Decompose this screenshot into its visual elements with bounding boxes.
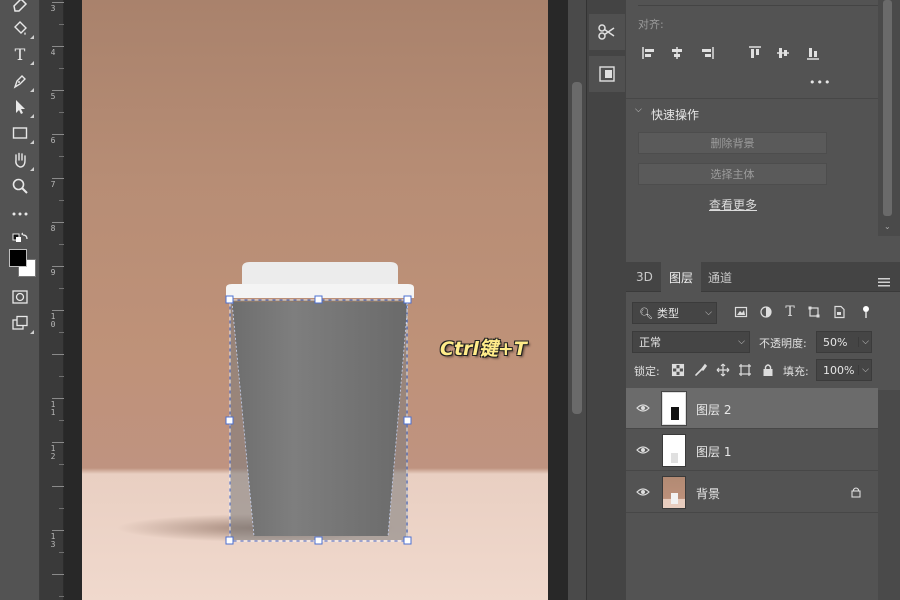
layer-name: 背景 — [696, 487, 721, 501]
more-icon[interactable] — [8, 203, 32, 225]
lock-artboard-icon[interactable] — [737, 362, 753, 378]
vertical-ruler: 3 4 5 6 7 8 9 1 0 1 1 1 2 1 3 — [40, 0, 64, 600]
blend-mode-value: 正常 — [639, 336, 661, 349]
visibility-eye-icon[interactable] — [636, 443, 650, 457]
tools-panel: T — [0, 0, 40, 600]
chevron-down-icon: ⌵ — [738, 337, 745, 347]
document-canvas[interactable] — [82, 0, 548, 600]
panel-menu-icon[interactable] — [878, 272, 890, 287]
eraser-icon[interactable] — [8, 0, 32, 16]
filter-adjustment-icon[interactable] — [758, 304, 774, 320]
properties-panel: 对齐: ••• ⌵ 快速操作 删除背景 选择主体 查看更多 — [626, 0, 878, 260]
filter-kind-label: 类型 — [656, 307, 679, 320]
chevron-down-icon[interactable]: ⌵ — [858, 365, 869, 375]
foreground-color-swatch[interactable] — [9, 249, 27, 267]
quick-mask-icon[interactable] — [8, 286, 32, 308]
swap-colors-icon[interactable] — [8, 229, 32, 251]
tab-3d[interactable]: 3D — [628, 262, 661, 292]
lock-label: 锁定: — [634, 365, 660, 378]
lock-position-icon[interactable] — [715, 362, 731, 378]
pen-icon[interactable] — [8, 70, 34, 92]
filter-shape-icon[interactable] — [806, 304, 822, 320]
lock-image-pixels-icon[interactable] — [693, 362, 709, 378]
ruler-label: 4 — [50, 48, 56, 57]
filter-toggle-icon[interactable] — [858, 304, 874, 320]
align-horizontal-center-icon[interactable] — [668, 44, 686, 62]
ruler-label: 1 3 — [50, 532, 56, 549]
collapse-chevron-icon[interactable]: ⌵ — [635, 105, 642, 115]
fill-label: 填充: — [783, 365, 809, 378]
ruler-label: 6 — [50, 136, 56, 145]
select-subject-button[interactable]: 选择主体 — [638, 163, 827, 185]
blend-mode-select[interactable]: 正常 ⌵ — [632, 331, 750, 353]
lock-transparent-pixels-icon[interactable] — [670, 362, 686, 378]
quick-actions-title: 快速操作 — [651, 108, 700, 122]
canvas-scrollbar[interactable] — [568, 0, 586, 600]
visibility-eye-icon[interactable] — [636, 401, 650, 415]
filter-smart-object-icon[interactable] — [831, 304, 847, 320]
ruler-label: 3 — [50, 4, 56, 13]
properties-scrollbar-thumb[interactable] — [883, 0, 892, 216]
fill-value: 100% — [823, 363, 855, 377]
layer-thumbnail — [662, 434, 686, 467]
opacity-value: 50% — [823, 335, 848, 349]
tab-layers[interactable]: 图层 — [661, 262, 702, 292]
photoshop-window: T 3 4 5 6 7 8 9 1 0 1 1 1 2 1 3 Ctrl键+T … — [0, 0, 900, 600]
layer-thumbnail — [662, 476, 686, 509]
panel-icon-strip — [586, 0, 626, 600]
visibility-eye-icon[interactable] — [636, 485, 650, 499]
fill-input[interactable]: 100% ⌵ — [816, 359, 872, 381]
paint-bucket-icon[interactable] — [8, 17, 34, 39]
layers-panel: 3D 图层 通道 🔍︎ 类型 ⌵ T 正常 ⌵ 不透明度: 50% ⌵ 锁定: … — [626, 262, 900, 600]
hand-icon[interactable] — [8, 149, 34, 171]
layers-tabs: 3D 图层 通道 — [626, 262, 900, 292]
properties-scrollbar[interactable]: ⌄ — [878, 0, 900, 236]
tools-scissors-icon[interactable] — [589, 14, 625, 50]
align-top-icon[interactable] — [746, 44, 764, 62]
layer-row-layer-1[interactable]: 图层 1 — [626, 430, 878, 471]
lock-all-icon[interactable] — [760, 362, 776, 378]
align-vertical-center-icon[interactable] — [774, 44, 792, 62]
chevron-down-icon[interactable]: ⌵ — [858, 337, 869, 347]
layer-row-background[interactable]: 背景 — [626, 472, 878, 513]
ruler-label: 1 0 — [50, 312, 56, 329]
search-icon: 🔍︎ — [639, 306, 653, 320]
rectangle-icon[interactable] — [8, 122, 34, 144]
ruler-label: 7 — [50, 180, 56, 189]
opacity-input[interactable]: 50% ⌵ — [816, 331, 872, 353]
layer-row-layer-2[interactable]: 图层 2 — [626, 388, 878, 429]
shortcut-annotation: Ctrl键+T — [440, 338, 527, 360]
remove-background-button[interactable]: 删除背景 — [638, 132, 827, 154]
ruler-label: 1 2 — [50, 444, 56, 461]
align-bottom-icon[interactable] — [804, 44, 822, 62]
align-right-icon[interactable] — [698, 44, 716, 62]
right-panels: 对齐: ••• ⌵ 快速操作 删除背景 选择主体 查看更多 ⌄ 3D 图层 通道 — [626, 0, 900, 600]
align-left-icon[interactable] — [640, 44, 658, 62]
opacity-label: 不透明度: — [759, 337, 807, 350]
tab-channels[interactable]: 通道 — [700, 262, 740, 292]
ruler-label: 8 — [50, 224, 56, 233]
type-icon[interactable]: T — [8, 43, 34, 65]
layer-name: 图层 1 — [696, 445, 732, 459]
layer-thumbnail — [661, 391, 687, 426]
filter-pixel-icon[interactable] — [733, 304, 749, 320]
libraries-panel-icon[interactable] — [589, 56, 625, 92]
align-label: 对齐: — [638, 18, 664, 31]
layer-name: 图层 2 — [696, 403, 732, 417]
filter-type-icon[interactable]: T — [782, 304, 798, 320]
chevron-down-icon: ⌵ — [705, 308, 712, 318]
ruler-label: 9 — [50, 268, 56, 277]
more-options-button[interactable]: ••• — [809, 76, 831, 89]
lock-icon[interactable] — [850, 486, 862, 498]
zoom-icon[interactable] — [8, 175, 32, 197]
screen-mode-icon[interactable] — [8, 312, 34, 334]
move-icon[interactable] — [8, 96, 34, 118]
ruler-label: 5 — [50, 92, 56, 101]
canvas-scrollbar-thumb[interactable] — [572, 82, 582, 414]
see-more-link[interactable]: 查看更多 — [709, 196, 757, 213]
scroll-down-icon[interactable]: ⌄ — [884, 222, 891, 231]
layers-scrollbar[interactable] — [878, 390, 900, 600]
ruler-label: 1 1 — [50, 400, 56, 417]
layer-filter-select[interactable]: 🔍︎ 类型 ⌵ — [632, 302, 717, 324]
